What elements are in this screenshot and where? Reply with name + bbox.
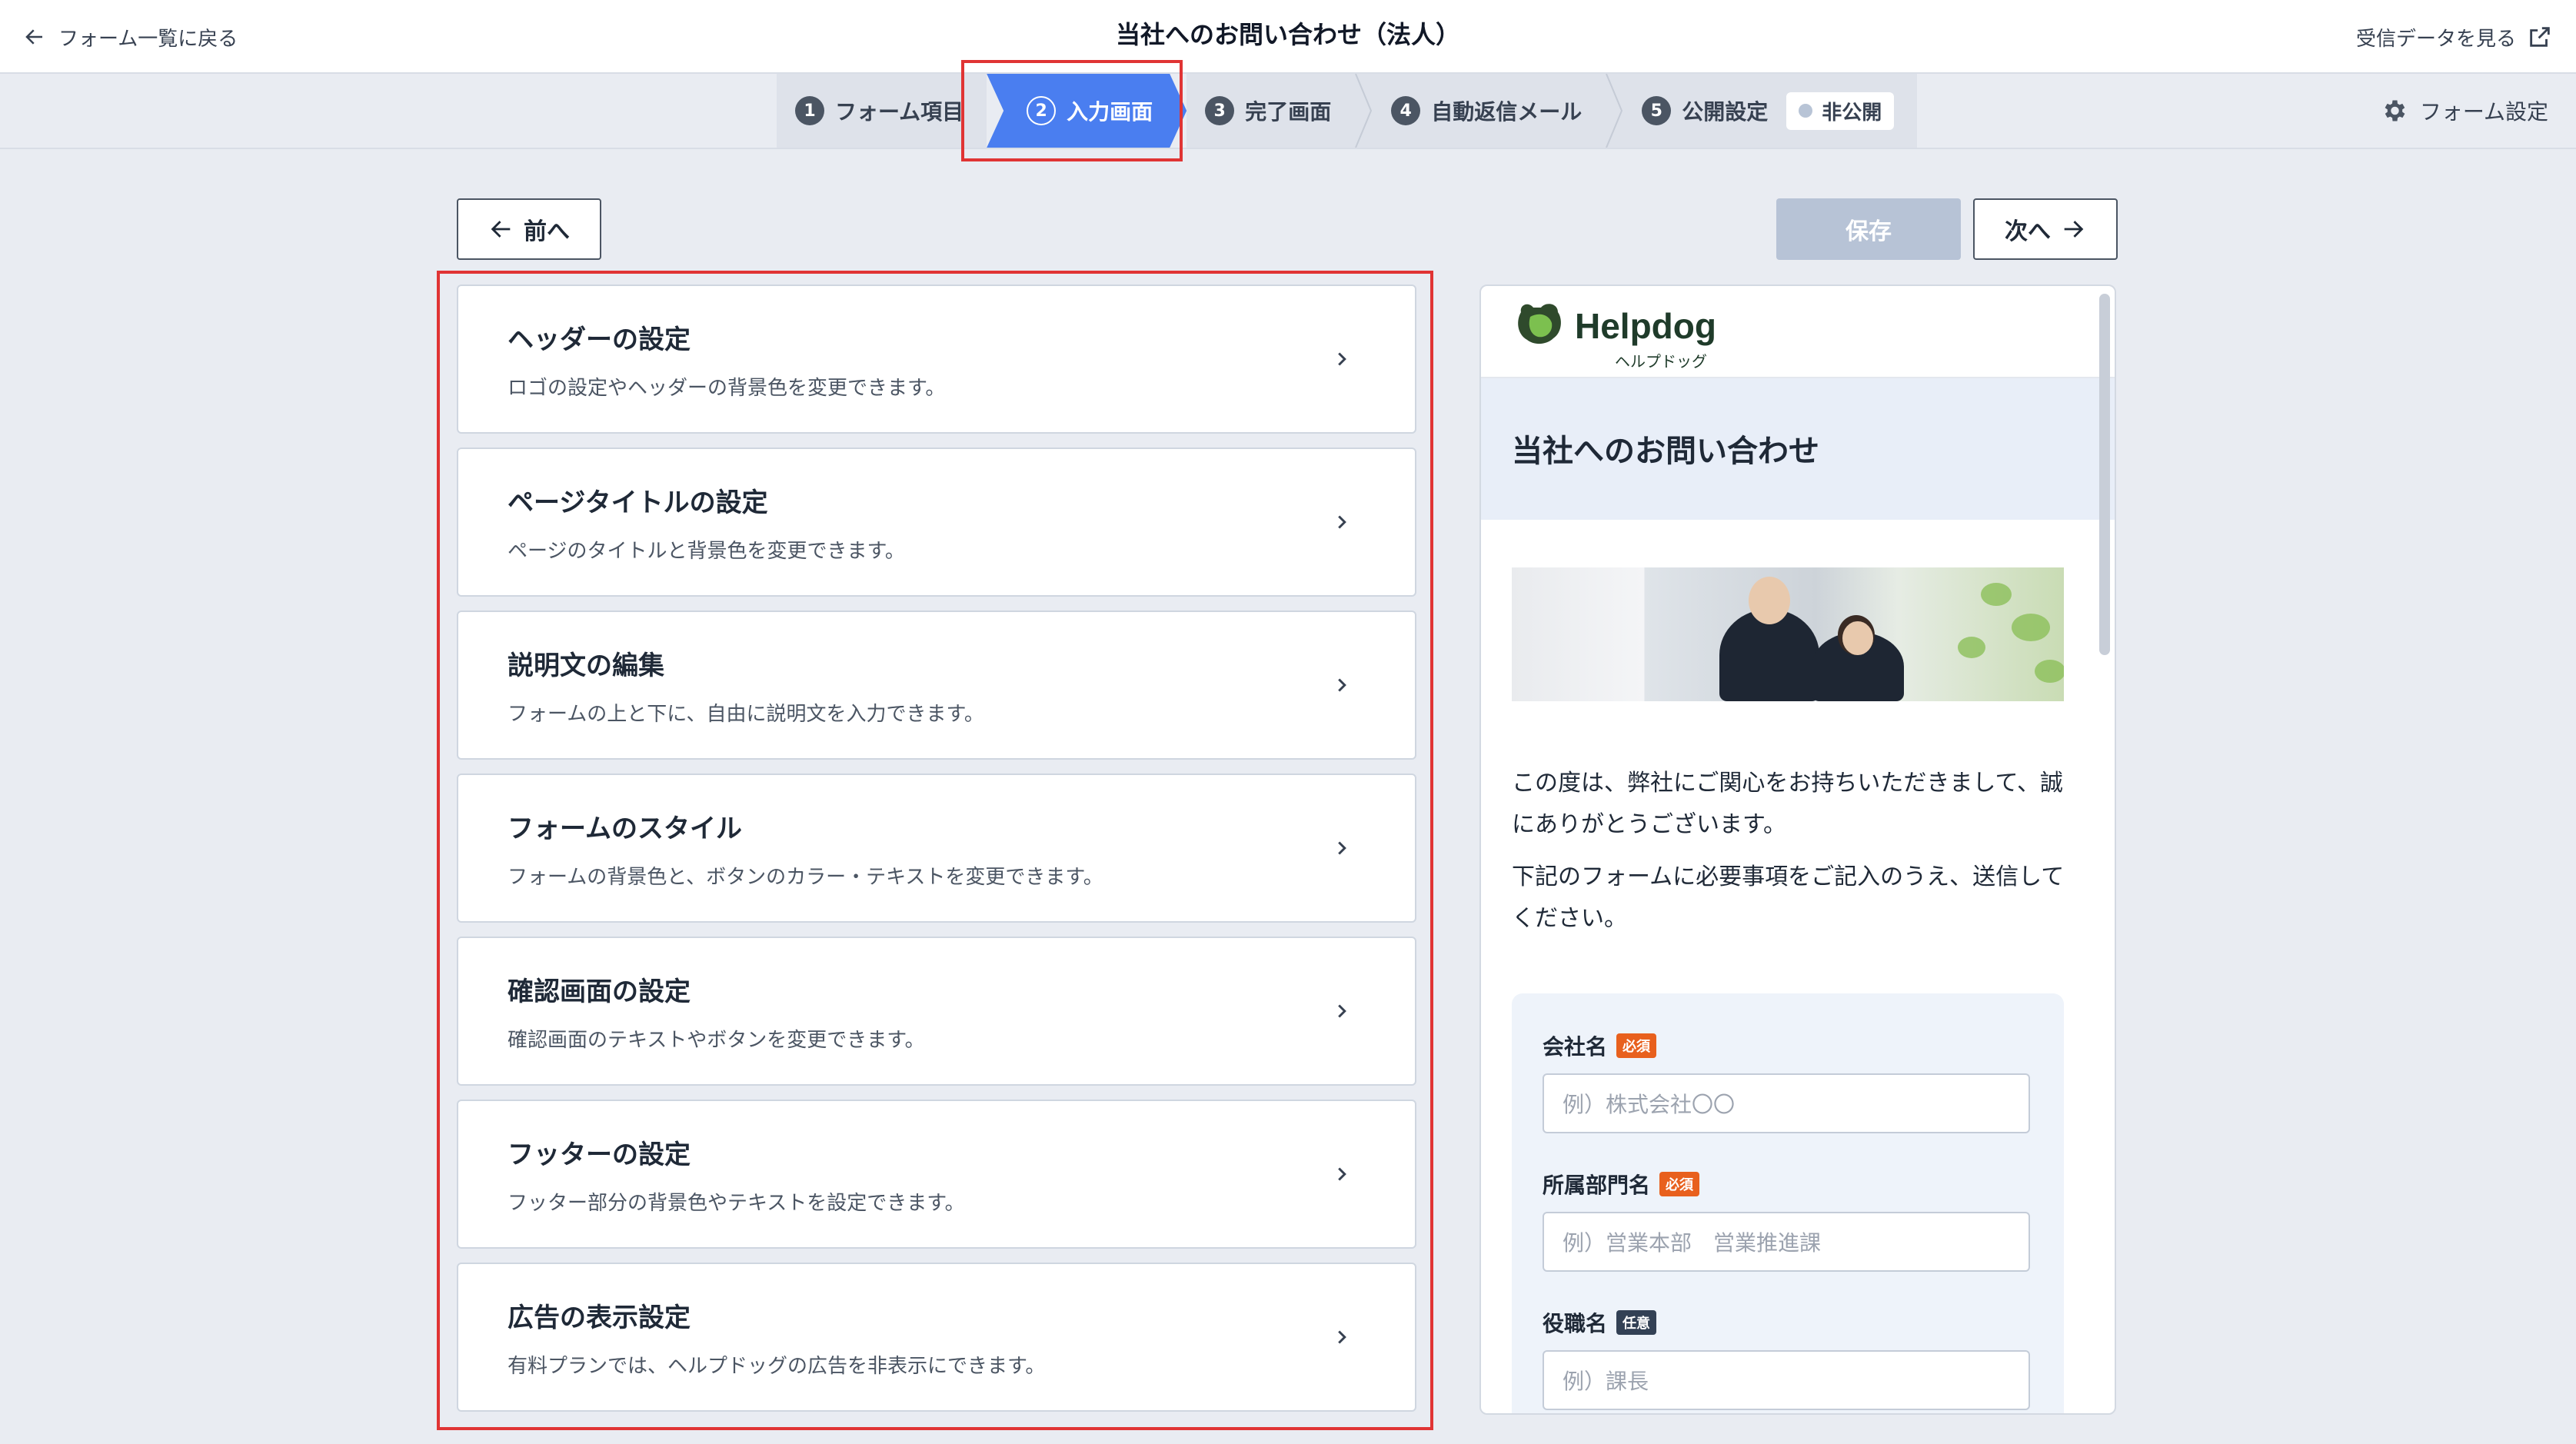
prev-button[interactable]: 前へ: [457, 198, 601, 260]
field-label: 会社名: [1543, 1034, 1608, 1060]
card-footer-settings[interactable]: フッターの設定 フッター部分の背景色やテキストを設定できます。: [457, 1100, 1416, 1249]
required-badge: 必須: [1616, 1033, 1657, 1058]
step-navigation-bar: 1 フォーム項目 2 入力画面 3 完了画面 4 自動返信メール 5 公開設定 …: [0, 74, 2576, 149]
logo-subtext: ヘルプドッグ: [1615, 352, 1707, 371]
step-label: 公開設定: [1682, 99, 1769, 125]
active-step-highlight: [961, 60, 1183, 161]
step-label: 完了画面: [1245, 99, 1332, 125]
required-badge: 必須: [1659, 1172, 1700, 1196]
chevron-right-icon: [1338, 1004, 1346, 1018]
form-preview: Helpdog ヘルプドッグ 当社へのお問い合わせ この度は、弊社にご関心をお持…: [1479, 284, 2116, 1415]
save-button-label: 保存: [1845, 218, 1892, 245]
card-form-style[interactable]: フォームのスタイル フォームの背景色と、ボタンのカラー・テキストを変更できます。: [457, 774, 1416, 923]
dog-logo-icon: [1518, 304, 1561, 344]
arrow-left-icon: [491, 221, 511, 238]
step-number: 1: [795, 96, 824, 125]
page-title: 当社へのお問い合わせ（法人）: [1115, 20, 1460, 49]
next-button-label: 次へ: [2005, 218, 2051, 245]
chevron-right-icon: [1338, 352, 1346, 366]
field-label: 所属部門名: [1543, 1173, 1651, 1198]
field-department: 所属部門名 必須 例）営業本部 営業推進課: [1543, 1169, 2030, 1272]
step-form-items[interactable]: 1 フォーム項目: [777, 74, 987, 148]
view-received-data-link[interactable]: 受信データを見る: [2356, 18, 2553, 55]
optional-badge: 任意: [1616, 1310, 1657, 1335]
step-auto-reply-mail[interactable]: 4 自動返信メール: [1373, 74, 1606, 148]
chevron-right-icon: [1338, 678, 1346, 692]
preview-form: 会社名 必須 例）株式会社〇〇 所属部門名 必須 例）営業本部 営業推進課 役職名任…: [1512, 993, 2064, 1413]
card-ad-display-settings[interactable]: 広告の表示設定 有料プランでは、ヘルプドッグの広告を非表示にできます。: [457, 1263, 1416, 1412]
card-header-settings[interactable]: ヘッダーの設定 ロゴの設定やヘッダーの背景色を変更できます。: [457, 284, 1416, 434]
chevron-right-icon: [1338, 515, 1346, 529]
external-link-icon: [2530, 27, 2550, 47]
card-title: 説明文の編集: [508, 650, 664, 681]
intro-paragraph: 下記のフォームに必要事項をご記入のうえ、送信してください。: [1512, 863, 2065, 932]
card-confirm-screen-settings[interactable]: 確認画面の設定 確認画面のテキストやボタンを変更できます。: [457, 937, 1416, 1086]
step-divider-icon: [1354, 74, 1373, 148]
preview-header: Helpdog ヘルプドッグ: [1481, 286, 2115, 378]
form-settings-label: フォーム設定: [2419, 99, 2548, 125]
card-description: ロゴの設定やヘッダーの背景色を変更できます。: [508, 377, 946, 400]
step-number: 3: [1205, 96, 1235, 125]
field-job-title: 役職名 任意 例）課長: [1543, 1307, 2030, 1410]
field-company-name: 会社名 必須 例）株式会社〇〇: [1543, 1030, 2030, 1133]
step-label: フォーム項目: [835, 99, 964, 125]
preview-page-title: 当社へのお問い合わせ: [1512, 434, 1819, 469]
next-button[interactable]: 次へ: [1973, 198, 2118, 260]
save-button[interactable]: 保存: [1776, 198, 1961, 260]
job-title-input[interactable]: 例）課長: [1543, 1350, 2030, 1410]
logo-text: Helpdog: [1575, 306, 1716, 346]
card-title: ページタイトルの設定: [508, 487, 768, 518]
settings-list: ヘッダーの設定 ロゴの設定やヘッダーの背景色を変更できます。 ページタイトルの設…: [457, 284, 1416, 1426]
step-publish-settings[interactable]: 5 公開設定 非公開: [1623, 74, 1918, 148]
chevron-right-icon: [1338, 1167, 1346, 1181]
publish-status-badge: 非公開: [1786, 91, 1895, 130]
top-header: フォーム一覧に戻る 当社へのお問い合わせ（法人） 受信データを見る: [0, 0, 2576, 74]
preview-title-bar: 当社へのお問い合わせ: [1481, 378, 2115, 520]
card-title: 確認画面の設定: [508, 977, 691, 1007]
view-data-label: 受信データを見る: [2355, 27, 2516, 51]
arrow-right-icon: [2064, 221, 2084, 238]
step-number: 4: [1391, 96, 1421, 125]
card-title: 広告の表示設定: [508, 1303, 691, 1333]
step-complete-screen[interactable]: 3 完了画面: [1186, 74, 1355, 148]
step-divider-icon: [1605, 74, 1624, 148]
gear-icon: [2385, 100, 2405, 121]
step-number: 5: [1642, 96, 1672, 125]
chevron-right-icon: [1338, 1330, 1346, 1344]
preview-intro-text: この度は、弊社にご関心をお持ちいただきまして、誠にありがとうございます。 下記の…: [1512, 763, 2081, 950]
steps: 1 フォーム項目 2 入力画面 3 完了画面 4 自動返信メール 5 公開設定 …: [777, 74, 1918, 148]
card-description-edit[interactable]: 説明文の編集 フォームの上と下に、自由に説明文を入力できます。: [457, 611, 1416, 760]
card-description: 確認画面のテキストやボタンを変更できます。: [508, 1029, 925, 1052]
chevron-right-icon: [1338, 841, 1346, 855]
card-description: フッター部分の背景色やテキストを設定できます。: [508, 1192, 965, 1215]
prev-button-label: 前へ: [524, 218, 570, 245]
card-page-title-settings[interactable]: ページタイトルの設定 ページのタイトルと背景色を変更できます。: [457, 448, 1416, 597]
publish-status-label: 非公開: [1822, 101, 1882, 125]
status-dot-icon: [1799, 104, 1813, 118]
intro-paragraph: この度は、弊社にご関心をお持ちいただきまして、誠にありがとうございます。: [1512, 770, 2063, 838]
form-settings-button[interactable]: フォーム設定: [2380, 92, 2548, 129]
card-description: 有料プランでは、ヘルプドッグの広告を非表示にできます。: [508, 1355, 1046, 1378]
hero-image: [1512, 567, 2064, 701]
field-label: 役職名: [1543, 1311, 1608, 1336]
step-label: 自動返信メール: [1431, 99, 1583, 125]
card-description: ページのタイトルと背景色を変更できます。: [508, 540, 905, 563]
card-title: フォームのスタイル: [508, 813, 742, 844]
card-description: フォームの背景色と、ボタンのカラー・テキストを変更できます。: [508, 866, 1103, 889]
card-description: フォームの上と下に、自由に説明文を入力できます。: [508, 703, 984, 726]
card-title: フッターの設定: [508, 1140, 691, 1170]
company-name-input[interactable]: 例）株式会社〇〇: [1543, 1073, 2030, 1133]
preview-scrollbar[interactable]: [2099, 294, 2110, 655]
card-title: ヘッダーの設定: [508, 324, 691, 355]
helpdog-logo: Helpdog ヘルプドッグ: [1515, 301, 1716, 371]
department-input[interactable]: 例）営業本部 営業推進課: [1543, 1212, 2030, 1272]
